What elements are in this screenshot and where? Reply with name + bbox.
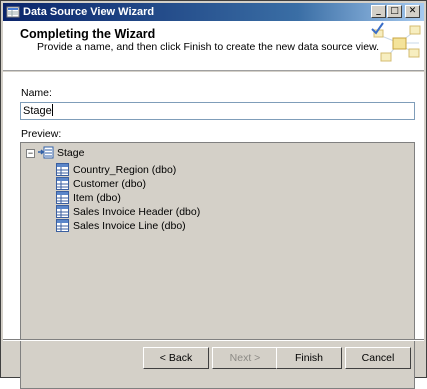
maximize-button[interactable]: □	[387, 5, 402, 18]
name-field-value: Stage	[23, 105, 52, 117]
name-label: Name:	[21, 87, 52, 99]
wizard-body: Name: Stage Preview: − Stage Country_Reg…	[3, 72, 424, 389]
tree-item-label: Sales Invoice Line (dbo)	[73, 220, 186, 232]
table-icon	[56, 191, 69, 204]
tree-item-label: Item (dbo)	[73, 192, 121, 204]
window-title: Data Source View Wizard	[23, 6, 155, 18]
data-source-view-icon	[6, 6, 20, 18]
table-icon	[56, 205, 69, 218]
name-field[interactable]: Stage	[20, 102, 415, 120]
table-icon	[56, 219, 69, 232]
data-source-view-icon	[38, 146, 54, 159]
tree-root-label[interactable]: Stage	[57, 147, 84, 159]
maximize-icon: □	[390, 6, 399, 16]
wizard-header: Completing the Wizard Provide a name, an…	[3, 21, 424, 71]
wizard-window: Data Source View Wizard _ □ ✕ Completing…	[0, 0, 427, 389]
footer-divider	[3, 339, 424, 341]
wizard-graphic-icon	[371, 22, 421, 62]
tree-item-label: Country_Region (dbo)	[73, 164, 177, 176]
cancel-button[interactable]: Cancel	[345, 347, 411, 369]
back-button[interactable]: < Back	[143, 347, 209, 369]
table-icon	[56, 177, 69, 190]
close-icon: ✕	[408, 6, 417, 16]
title-bar[interactable]: Data Source View Wizard _ □ ✕	[3, 3, 424, 21]
text-caret	[51, 104, 53, 116]
table-icon	[56, 163, 69, 176]
preview-label: Preview:	[21, 128, 62, 140]
minimize-icon: _	[376, 6, 381, 16]
minimize-button[interactable]: _	[371, 5, 386, 18]
finish-button[interactable]: Finish	[276, 347, 342, 369]
close-button[interactable]: ✕	[405, 5, 420, 18]
page-title: Completing the Wizard	[20, 27, 156, 41]
next-button[interactable]: Next >	[212, 347, 278, 369]
page-subtitle: Provide a name, and then click Finish to…	[37, 41, 380, 53]
tree-item-label: Customer (dbo)	[73, 178, 146, 190]
collapse-toggle-icon[interactable]: −	[26, 149, 35, 158]
tree-item-label: Sales Invoice Header (dbo)	[73, 206, 201, 218]
